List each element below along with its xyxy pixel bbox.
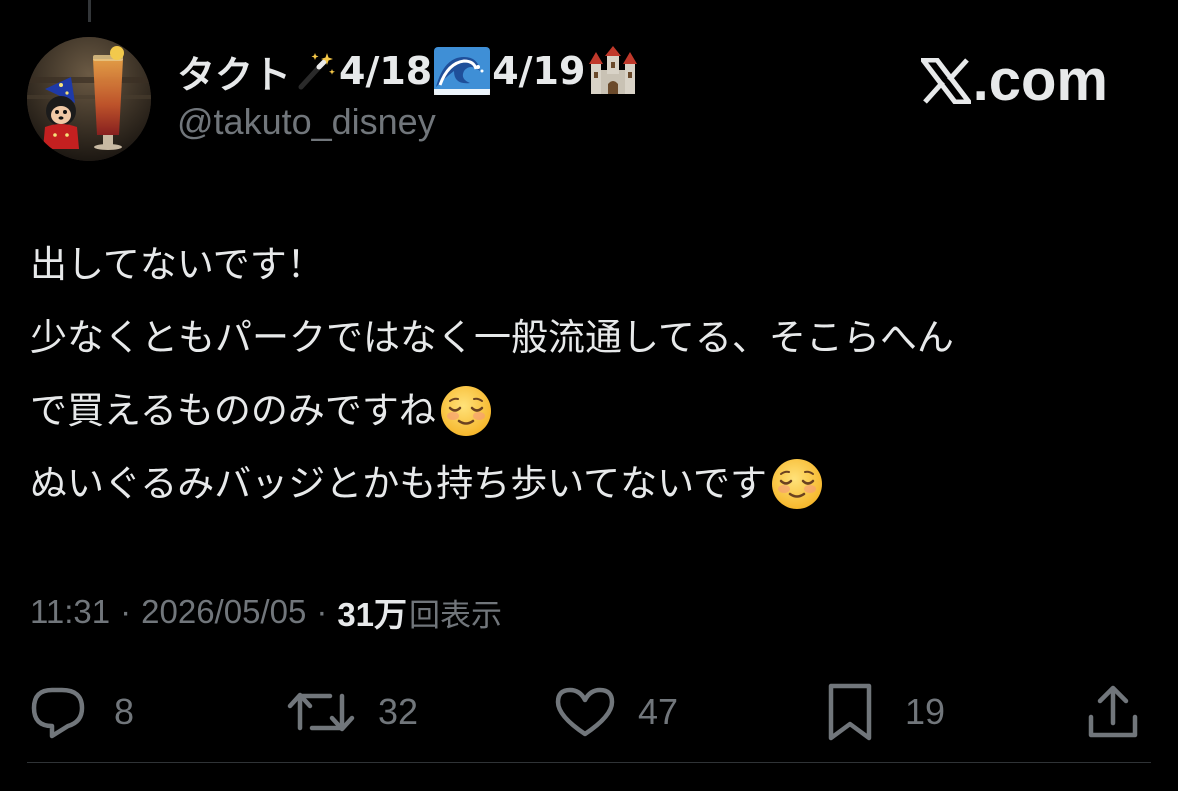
share-icon [1088,685,1138,738]
share-button[interactable] [1085,680,1141,744]
tweet-line: 出してないです！ [30,228,1160,301]
views-count: 31万 [337,596,408,633]
bookmark-button[interactable]: 19 [825,680,945,744]
thread-connector-line [88,0,91,22]
repost-icon [287,692,355,732]
heart-icon [555,687,615,737]
tweet-line: 少なくともパークではなく一般流通してる、そこらへん [30,301,1160,374]
magic-wand-emoji [298,53,336,90]
display-name-date-1: 4/18 [339,49,433,93]
meta-separator: · [120,593,132,630]
tweet-date[interactable]: 2026/05/05 [141,593,306,631]
bookmark-count: 19 [905,691,946,732]
relieved-face-emoji [440,385,491,436]
tweet-text: 出してないです！ 少なくともパークではなく一般流通してる、そこらへん で買えるも… [30,228,1160,520]
tweet-line-text: 出してないです！ [30,243,324,286]
like-count: 47 [638,691,679,732]
avatar[interactable] [27,37,151,161]
bookmark-icon [828,683,872,741]
meta-separator: · [316,593,328,630]
tweet-line: で買えるもののみですね [30,374,1160,447]
like-button[interactable]: 47 [554,680,678,744]
brand-watermark: .com [920,47,1108,114]
views-label: 回表示 [409,597,503,634]
author-display-name[interactable]: タクト 4/18 4/19 [177,45,641,97]
bottom-divider [27,762,1151,763]
tweet-time[interactable]: 11:31 [30,593,110,631]
tweet-line: ぬいぐるみバッジとかも持ち歩いてないです [30,447,1160,520]
tweet-line-text: ぬいぐるみバッジとかも持ち歩いてないです [30,462,768,505]
brand-domain-text: .com [972,48,1108,113]
reply-count: 8 [114,691,135,732]
repost-button[interactable]: 32 [286,680,418,744]
tweet-header: タクト 4/18 4/19 @takuto_disney .com [27,37,1151,162]
tweet-line-text: で買えるもののみですね [30,389,436,432]
tweet-actions-bar: 8 32 47 19 [28,680,1143,744]
display-name-text: タクト [177,52,292,97]
relieved-face-emoji [772,458,823,509]
tweet-meta: 11:31 · 2026/05/05 · 31万 回表示 [30,588,502,636]
x-logo [920,57,971,104]
display-name-date-2: 4/19 [492,49,586,93]
castle-emoji [589,46,638,94]
avatar-image [27,37,151,161]
author-names: タクト 4/18 4/19 @takuto_disney [177,45,641,143]
reply-button[interactable]: 8 [28,680,134,744]
reply-icon [31,687,85,739]
tweet-line-text: 少なくともパークではなく一般流通してる、そこらへん [30,316,954,359]
wave-emoji [434,47,491,95]
repost-count: 32 [378,691,419,732]
author-handle[interactable]: @takuto_disney [177,101,641,143]
